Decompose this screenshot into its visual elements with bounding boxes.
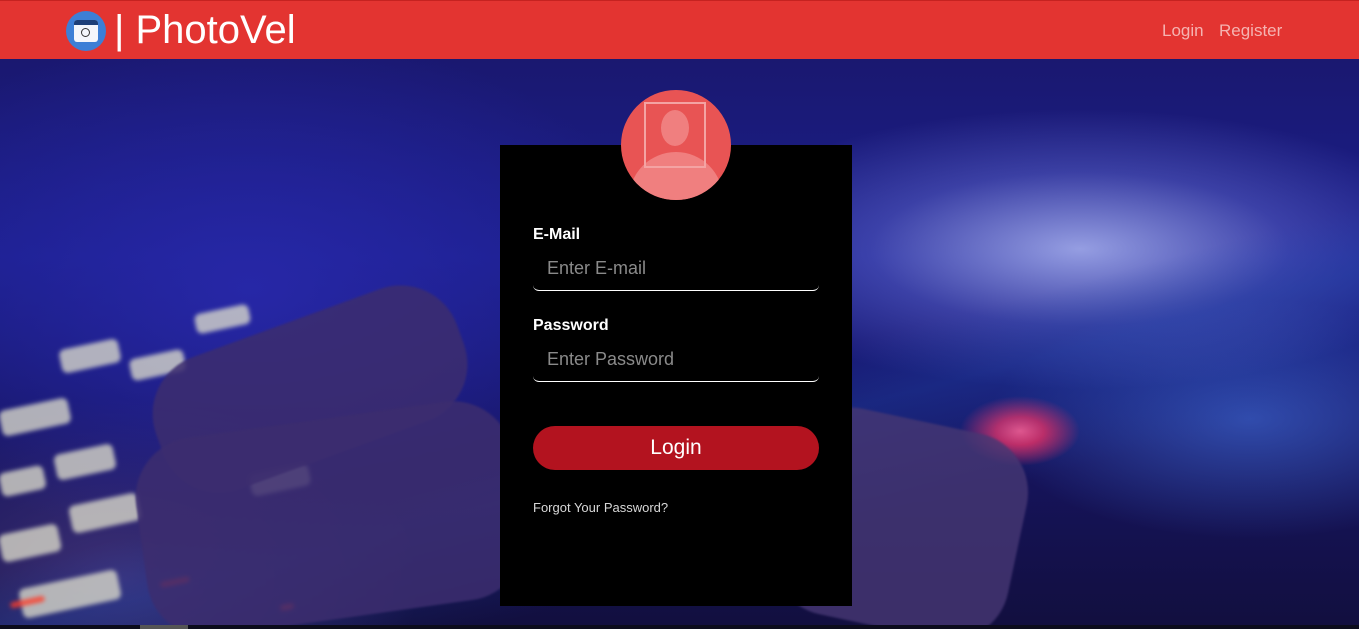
forgot-password-link[interactable]: Forgot Your Password?	[533, 500, 668, 516]
brand-title[interactable]: | PhotoVel	[114, 7, 296, 53]
logo-window	[74, 20, 98, 42]
avatar-frame	[644, 102, 706, 168]
user-silhouette-icon	[621, 90, 731, 200]
top-navbar: | PhotoVel Login Register	[0, 0, 1359, 59]
email-field[interactable]	[533, 247, 819, 291]
password-label: Password	[533, 317, 609, 334]
logo-lens	[81, 28, 90, 37]
password-field[interactable]	[533, 338, 819, 382]
nav-login-link[interactable]: Login	[1162, 21, 1204, 41]
scrollbar-thumb[interactable]	[140, 625, 188, 629]
email-label: E-Mail	[533, 226, 581, 243]
photo-window-icon[interactable]	[66, 11, 106, 51]
login-button[interactable]: Login	[533, 426, 819, 470]
horizontal-scrollbar[interactable]	[0, 625, 1359, 629]
logo-window-bar	[74, 20, 98, 25]
nav-register-link[interactable]: Register	[1219, 21, 1282, 41]
